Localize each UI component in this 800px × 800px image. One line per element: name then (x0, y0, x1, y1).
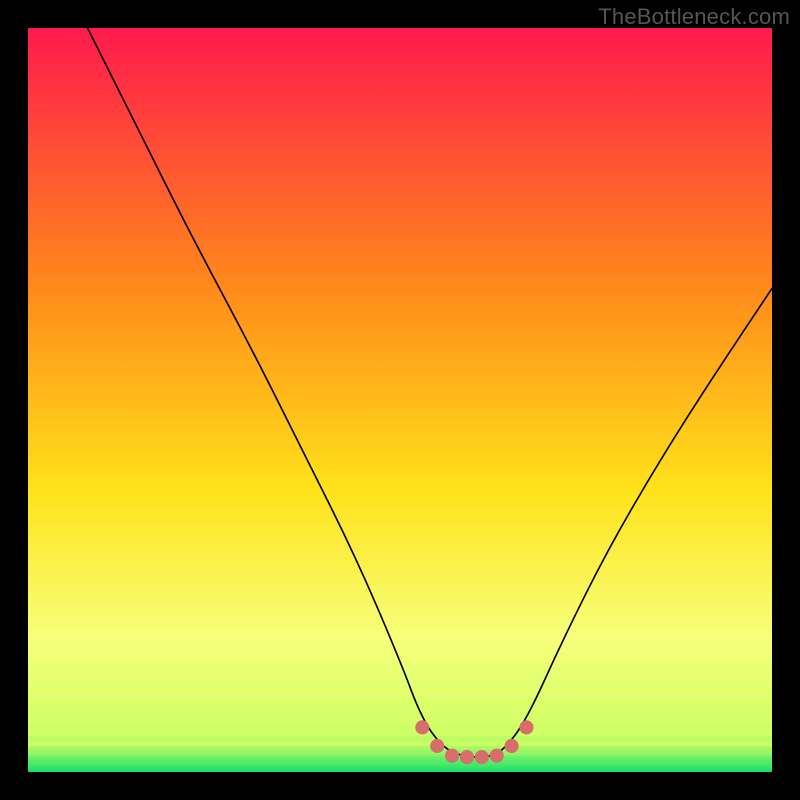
chart-frame (28, 28, 772, 772)
gradient-background (28, 28, 772, 772)
watermark-text: TheBottleneck.com (598, 4, 790, 30)
